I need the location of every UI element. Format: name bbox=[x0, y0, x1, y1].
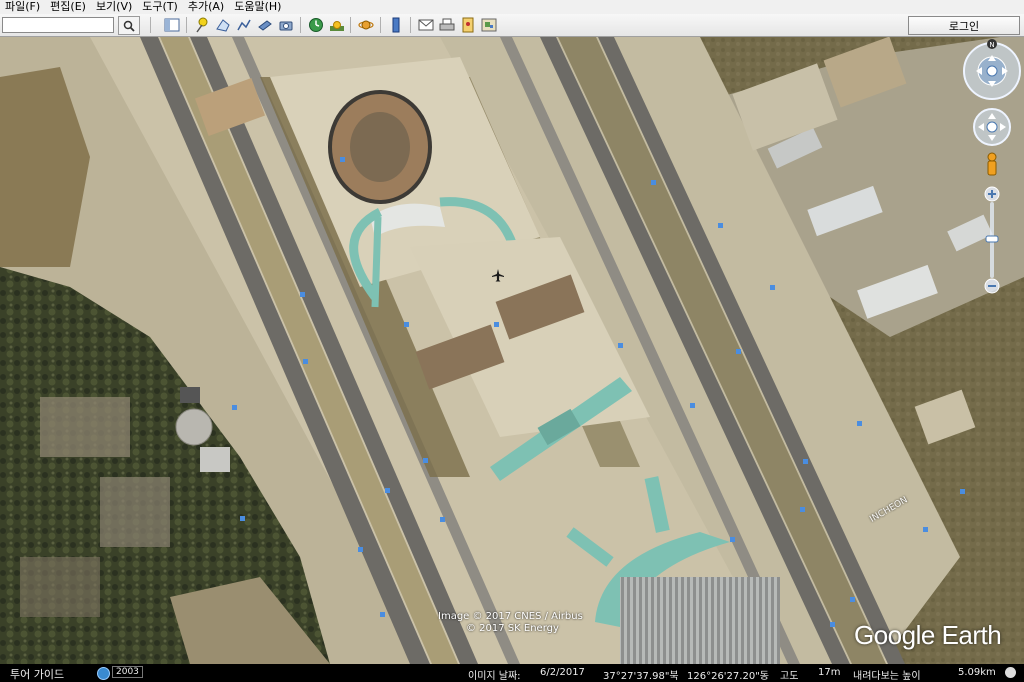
navigation-controls: N bbox=[962, 39, 1022, 302]
search-button[interactable] bbox=[118, 16, 140, 35]
image-date-label: 이미지 날짜: bbox=[468, 671, 521, 682]
toolbar-separator bbox=[150, 17, 151, 33]
eye-altitude-label: 내려다보는 높이 bbox=[853, 671, 921, 682]
print-button[interactable] bbox=[438, 16, 456, 34]
planet-icon bbox=[358, 20, 374, 30]
toolbar-separator bbox=[350, 17, 351, 33]
image-date: 6/2/2017 bbox=[540, 667, 585, 678]
sunlight-button[interactable] bbox=[328, 16, 346, 34]
longitude-readout: 126°26'27.20"동 bbox=[687, 671, 769, 682]
polygon-icon bbox=[216, 19, 230, 32]
sidebar-toggle-button[interactable] bbox=[163, 16, 181, 34]
clock-icon bbox=[309, 18, 323, 32]
satellite-imagery[interactable] bbox=[0, 37, 1024, 664]
status-bar: 투어 가이드 2003 이미지 날짜: 6/2/2017 37°27'37.98… bbox=[0, 664, 1024, 682]
compass-north-letter: N bbox=[989, 41, 994, 49]
latitude-readout: 37°27'37.98"북 bbox=[603, 671, 679, 682]
toolbar-separator bbox=[410, 17, 411, 33]
pushpin-icon bbox=[196, 17, 208, 33]
add-placemark-button[interactable] bbox=[193, 16, 211, 34]
sun-icon bbox=[330, 21, 344, 31]
save-image-button[interactable] bbox=[459, 16, 477, 34]
menu-bar: 파일(F) 편집(E) 보기(V) 도구(T) 추가(A) 도움말(H) bbox=[0, 0, 1024, 14]
zoom-out-button[interactable] bbox=[984, 278, 1000, 294]
add-path-button[interactable] bbox=[235, 16, 253, 34]
switch-planet-button[interactable] bbox=[357, 16, 375, 34]
envelope-icon bbox=[418, 19, 434, 31]
view-in-maps-button[interactable] bbox=[480, 16, 498, 34]
historical-imagery-icon[interactable] bbox=[97, 667, 110, 680]
eye-altitude-readout: 5.09km bbox=[958, 667, 996, 678]
path-icon bbox=[237, 19, 251, 31]
sidebar-icon bbox=[164, 18, 180, 32]
printer-icon bbox=[439, 18, 455, 31]
zoom-in-button[interactable] bbox=[984, 186, 1000, 202]
menu-file[interactable]: 파일(F) bbox=[0, 0, 45, 14]
menu-tools[interactable]: 도구(T) bbox=[137, 0, 183, 14]
toolbar: 로그인 bbox=[0, 14, 1024, 37]
streaming-indicator-icon bbox=[1005, 667, 1016, 678]
imagery-year-badge[interactable]: 2003 bbox=[112, 666, 143, 678]
tour-guide-button[interactable]: 투어 가이드 bbox=[10, 666, 64, 682]
move-joystick[interactable] bbox=[973, 108, 1011, 146]
imagery-credit: Image © 2017 CNES / Airbus bbox=[438, 611, 583, 622]
historical-imagery-button[interactable] bbox=[307, 16, 325, 34]
menu-add[interactable]: 추가(A) bbox=[183, 0, 229, 14]
menu-edit[interactable]: 편집(E) bbox=[45, 0, 91, 14]
login-button[interactable]: 로그인 bbox=[908, 16, 1020, 35]
image-overlay-icon bbox=[258, 20, 272, 31]
elevation-label: 고도 bbox=[780, 671, 799, 682]
add-polygon-button[interactable] bbox=[214, 16, 232, 34]
add-image-overlay-button[interactable] bbox=[256, 16, 274, 34]
google-earth-logo: Google Earth bbox=[854, 620, 1002, 650]
map-icon bbox=[481, 18, 497, 32]
menu-help[interactable]: 도움말(H) bbox=[229, 0, 286, 14]
zoom-slider-thumb[interactable] bbox=[985, 235, 999, 243]
email-button[interactable] bbox=[417, 16, 435, 34]
toolbar-separator bbox=[300, 17, 301, 33]
nav-control-graphics: N bbox=[963, 39, 1021, 294]
menu-view[interactable]: 보기(V) bbox=[91, 0, 137, 14]
ruler-icon bbox=[392, 17, 400, 33]
camera-icon bbox=[279, 21, 293, 31]
search-input[interactable] bbox=[2, 17, 114, 33]
search-icon bbox=[123, 20, 135, 32]
elevation-readout: 17m bbox=[818, 667, 841, 678]
record-tour-button[interactable] bbox=[277, 16, 295, 34]
save-image-icon bbox=[462, 17, 474, 33]
imagery-credit-secondary: © 2017 SK Energy bbox=[466, 623, 559, 634]
look-joystick[interactable] bbox=[963, 42, 1021, 100]
ruler-button[interactable] bbox=[387, 16, 405, 34]
toolbar-separator bbox=[380, 17, 381, 33]
map-view[interactable]: INCHEON Image © 2017 CNES / Airbus © 201… bbox=[0, 37, 1024, 664]
pegman-icon[interactable] bbox=[987, 152, 997, 176]
toolbar-separator bbox=[186, 17, 187, 33]
